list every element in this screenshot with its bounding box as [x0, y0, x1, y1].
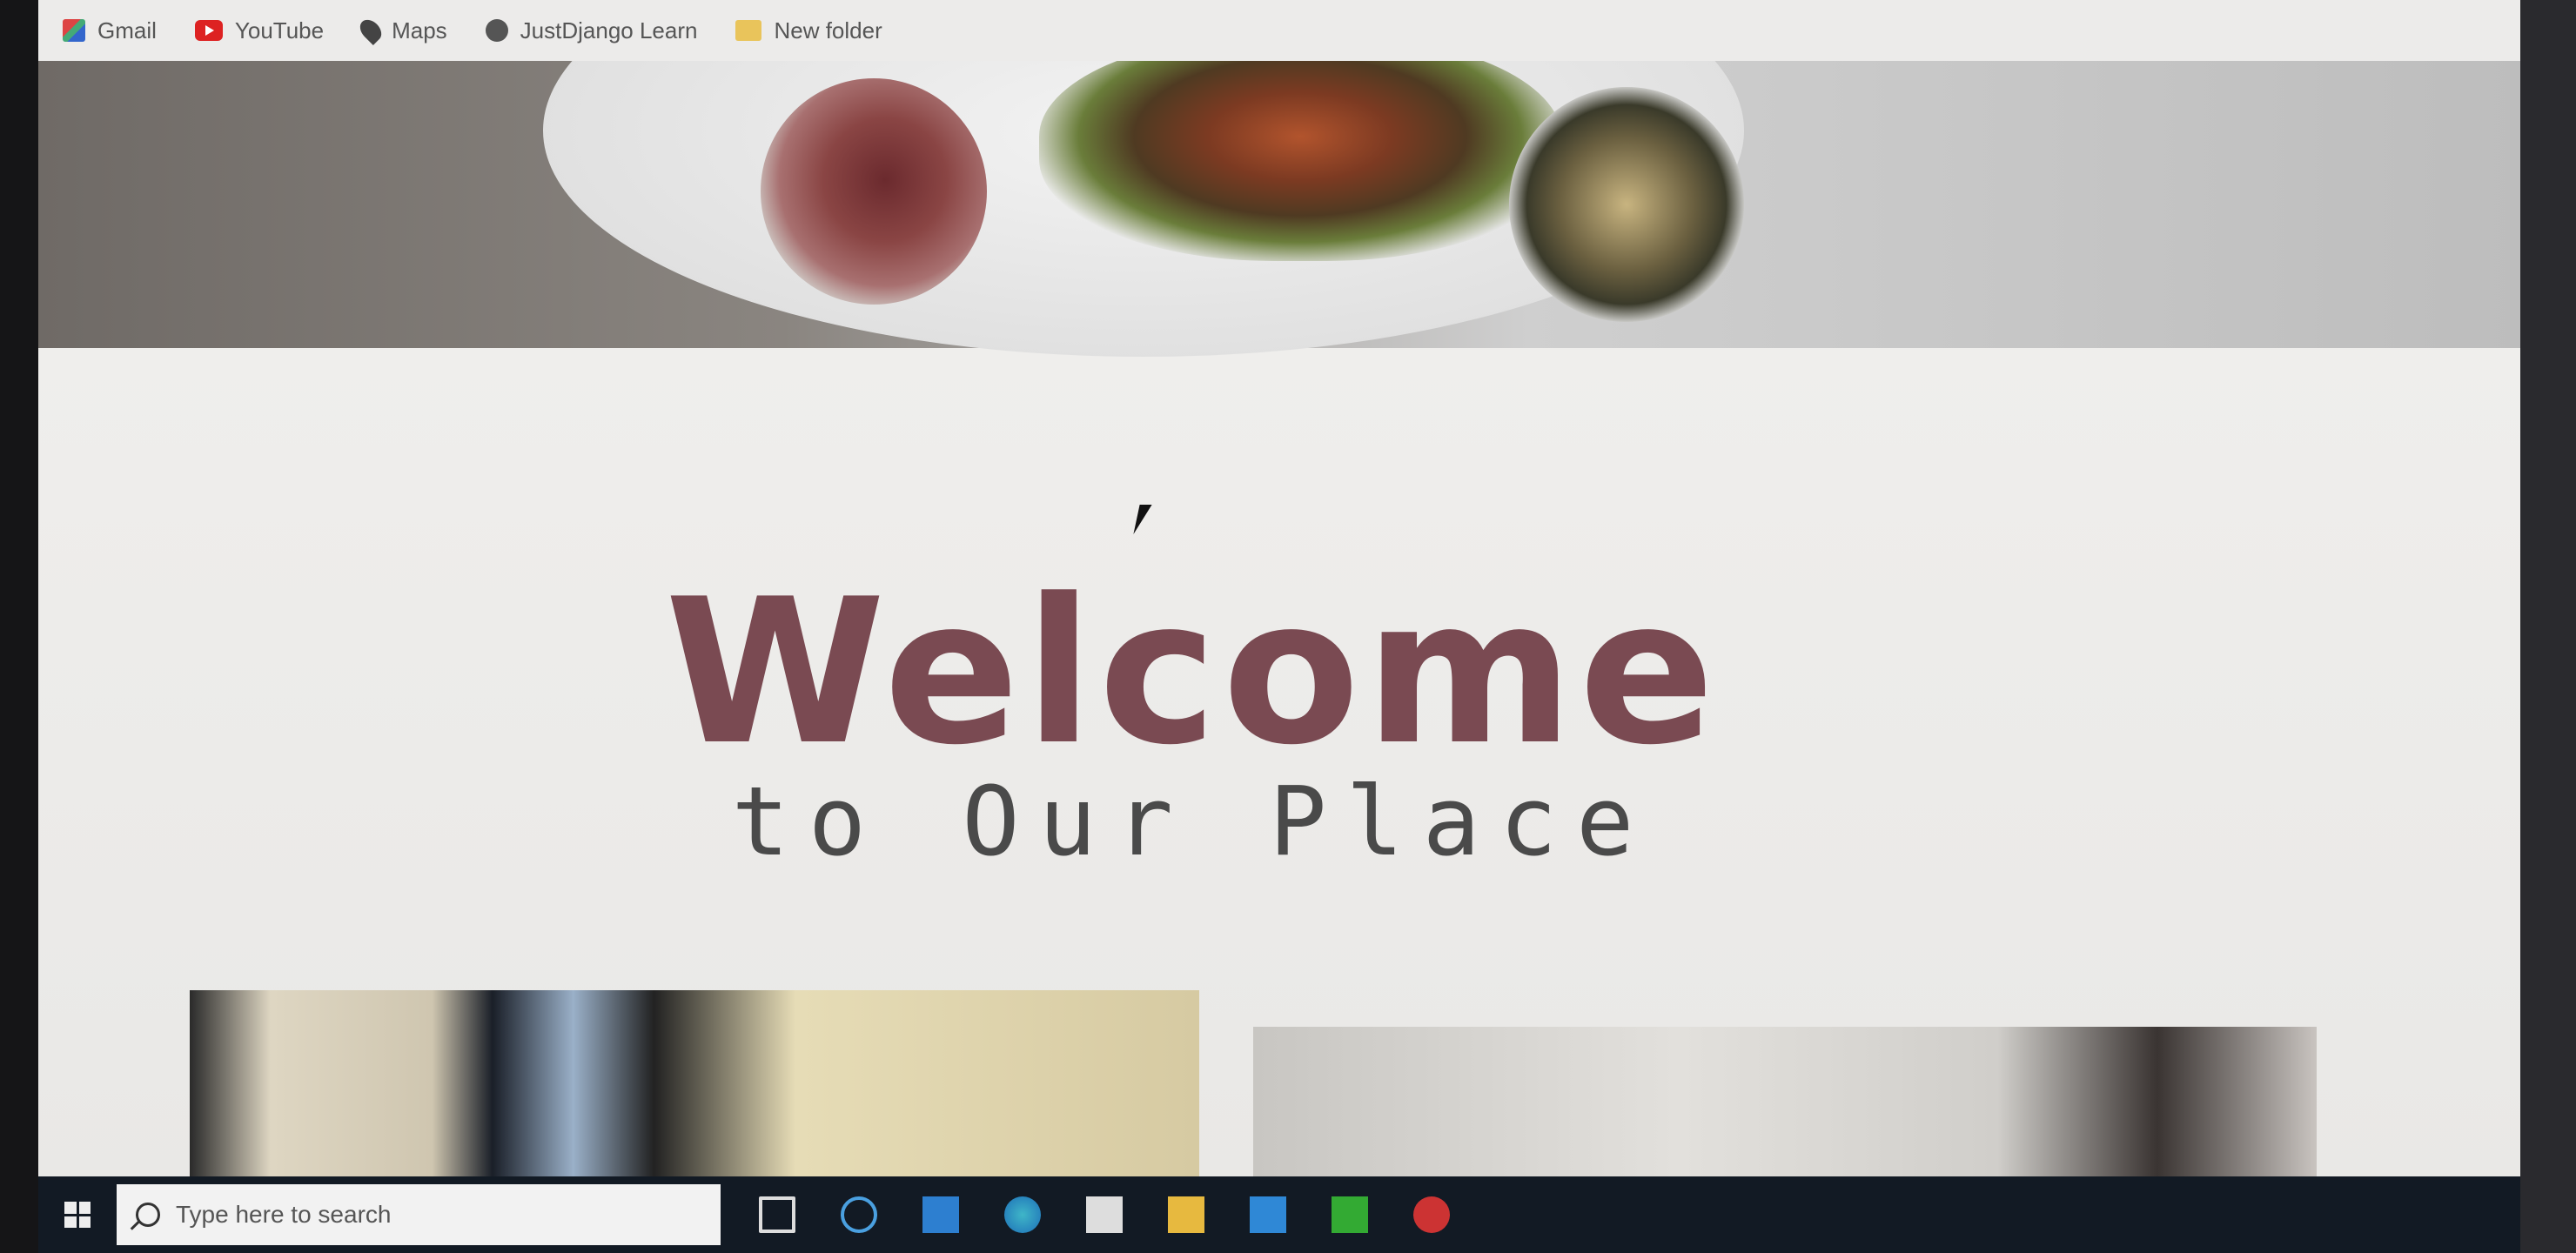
edge-icon[interactable] [1004, 1196, 1041, 1233]
terminal-icon[interactable] [1332, 1196, 1368, 1233]
taskbar-search-input[interactable]: Type here to search [117, 1184, 721, 1245]
bookmark-label: Gmail [97, 17, 157, 44]
vscode-icon[interactable] [1250, 1196, 1286, 1233]
gmail-icon [63, 19, 85, 42]
bookmark-label: Maps [392, 17, 447, 44]
windows-logo-icon [64, 1202, 91, 1228]
gallery-image-left[interactable] [190, 990, 1199, 1192]
bookmark-label: New folder [774, 17, 882, 44]
bookmark-youtube[interactable]: YouTube [194, 17, 325, 44]
welcome-heading: Welcome [664, 557, 1721, 789]
search-placeholder: Type here to search [176, 1201, 392, 1228]
app-icon[interactable] [1413, 1196, 1450, 1233]
steak-image [761, 78, 987, 305]
monitor-bezel-right [2520, 0, 2576, 1253]
file-explorer-icon[interactable] [1168, 1196, 1204, 1233]
welcome-subtitle: to Our Place [731, 766, 1654, 877]
bookmark-new-folder[interactable]: New folder [735, 17, 882, 44]
bookmark-label: JustDjango Learn [520, 17, 698, 44]
maps-icon [356, 16, 386, 45]
task-view-icon[interactable] [759, 1196, 795, 1233]
bookmark-maps[interactable]: Maps [356, 16, 447, 45]
cortana-icon[interactable] [841, 1196, 877, 1233]
bookmark-justdjango[interactable]: JustDjango Learn [485, 17, 698, 44]
mail-icon[interactable] [922, 1196, 959, 1233]
gallery-image-right[interactable] [1253, 1027, 2317, 1192]
salad-image [1039, 61, 1561, 261]
bookmark-gmail[interactable]: Gmail [63, 17, 157, 44]
taskbar-apps [759, 1196, 1450, 1233]
youtube-icon [194, 20, 223, 41]
store-icon[interactable] [1086, 1196, 1123, 1233]
folder-icon [735, 20, 762, 41]
search-icon [136, 1203, 160, 1227]
monitor-bezel [0, 0, 38, 1253]
taskbar: Type here to search [38, 1176, 2520, 1253]
bookmark-label: YouTube [234, 17, 325, 44]
noodle-image [1509, 87, 1744, 322]
justdjango-icon [485, 19, 508, 42]
page-viewport: Welcome to Our Place [38, 61, 2520, 1192]
bookmarks-bar: Gmail YouTube Maps JustDjango Learn New … [38, 0, 2520, 61]
hero-banner-image [38, 61, 2520, 357]
start-button[interactable] [38, 1176, 117, 1253]
